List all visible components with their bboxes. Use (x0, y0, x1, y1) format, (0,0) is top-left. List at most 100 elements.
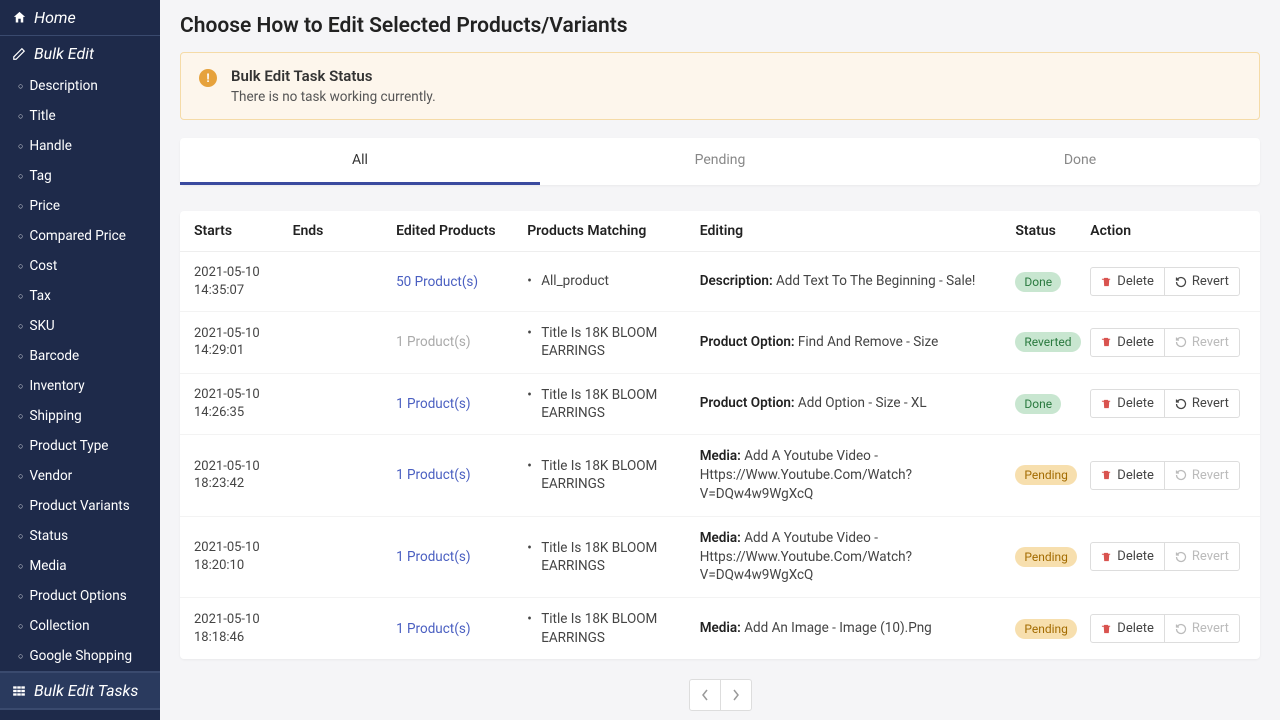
delete-button[interactable]: Delete (1090, 461, 1165, 490)
trash-icon (1101, 398, 1112, 410)
sidebar-item-product-options[interactable]: Product Options (0, 581, 160, 611)
revert-icon (1175, 551, 1187, 563)
editing-text: Product Option: Find And Remove - Size (700, 333, 1004, 352)
sidebar-item-product-variants[interactable]: Product Variants (0, 491, 160, 521)
delete-button[interactable]: Delete (1090, 614, 1165, 643)
table-row: 2021-05-1014:26:351 Product(s)Title Is 1… (180, 374, 1260, 435)
sidebar-item-label: Inventory (29, 378, 84, 394)
delete-button[interactable]: Delete (1090, 328, 1165, 357)
sidebar-item-label: Collection (29, 618, 89, 634)
edited-products-link[interactable]: 1 Product(s) (396, 549, 470, 565)
revert-button[interactable]: Revert (1164, 267, 1240, 296)
matching-item: All_product (527, 272, 700, 290)
status-badge: Done (1015, 394, 1061, 414)
alert-title: Bulk Edit Task Status (231, 67, 436, 85)
grid-icon (12, 684, 28, 698)
nav-bulk-edit-tasks[interactable]: Bulk Edit Tasks (0, 672, 160, 709)
col-matching: Products Matching (527, 223, 700, 239)
status-badge: Done (1015, 272, 1061, 292)
sidebar: Home Bulk Edit Description Title Handle Tag… (0, 0, 160, 720)
delete-label: Delete (1117, 335, 1154, 350)
sidebar-item-barcode[interactable]: Barcode (0, 341, 160, 371)
sidebar-item-tag[interactable]: Tag (0, 161, 160, 191)
sidebar-item-label: Handle (29, 138, 71, 154)
delete-button[interactable]: Delete (1090, 267, 1165, 296)
delete-button[interactable]: Delete (1090, 542, 1165, 571)
sidebar-item-sku[interactable]: SKU (0, 311, 160, 341)
sidebar-item-label: Status (29, 528, 68, 544)
col-status: Status (1015, 223, 1090, 239)
sidebar-item-label: Compared Price (29, 228, 125, 244)
table-row: 2021-05-1018:20:101 Product(s)Title Is 1… (180, 517, 1260, 599)
sidebar-item-collection[interactable]: Collection (0, 611, 160, 641)
starts-time: 2021-05-1018:23:42 (194, 458, 293, 493)
main-content: Choose How to Edit Selected Products/Var… (160, 0, 1280, 720)
delete-label: Delete (1117, 274, 1154, 289)
status-badge: Reverted (1015, 332, 1080, 352)
table-row: 2021-05-1014:29:011 Product(s)Title Is 1… (180, 312, 1260, 373)
sidebar-item-description[interactable]: Description (0, 71, 160, 101)
sidebar-item-cost[interactable]: Cost (0, 251, 160, 281)
delete-label: Delete (1117, 396, 1154, 411)
sidebar-item-compared-price[interactable]: Compared Price (0, 221, 160, 251)
nav-home[interactable]: Home (0, 0, 160, 35)
status-badge: Pending (1015, 547, 1077, 567)
status-badge: Pending (1015, 465, 1077, 485)
trash-icon (1101, 623, 1112, 635)
nav-bulk-edit[interactable]: Bulk Edit (0, 36, 160, 71)
page-next[interactable] (720, 679, 752, 711)
action-buttons: Delete Revert (1090, 389, 1250, 418)
revert-button: Revert (1164, 461, 1240, 490)
sidebar-item-product-type[interactable]: Product Type (0, 431, 160, 461)
tab-pending[interactable]: Pending (540, 138, 900, 185)
col-ends: Ends (293, 223, 397, 239)
delete-label: Delete (1117, 468, 1154, 483)
editing-text: Media: Add A Youtube Video - Https://Www… (700, 447, 1004, 504)
chevron-right-icon (732, 689, 740, 701)
status-badge: Pending (1015, 619, 1077, 639)
revert-button[interactable]: Revert (1164, 389, 1240, 418)
matching-item: Title Is 18K BLOOM EARRINGS (527, 324, 700, 360)
sidebar-item-media[interactable]: Media (0, 551, 160, 581)
tab-done[interactable]: Done (900, 138, 1260, 185)
sidebar-item-status[interactable]: Status (0, 521, 160, 551)
editing-text: Media: Add An Image - Image (10).Png (700, 619, 1004, 638)
sidebar-item-handle[interactable]: Handle (0, 131, 160, 161)
edited-products-link[interactable]: 1 Product(s) (396, 467, 470, 483)
edited-products-link[interactable]: 50 Product(s) (396, 274, 478, 290)
tab-all[interactable]: All (180, 138, 540, 185)
starts-time: 2021-05-1014:35:07 (194, 264, 293, 299)
delete-label: Delete (1117, 549, 1154, 564)
page-prev[interactable] (689, 679, 721, 711)
sidebar-item-shipping[interactable]: Shipping (0, 401, 160, 431)
action-buttons: Delete Revert (1090, 461, 1250, 490)
edit-icon (12, 47, 28, 61)
sidebar-item-label: SKU (29, 318, 54, 334)
col-action: Action (1090, 223, 1250, 239)
sidebar-item-vendor[interactable]: Vendor (0, 461, 160, 491)
revert-icon (1175, 469, 1187, 481)
sidebar-item-label: Barcode (29, 348, 79, 364)
revert-button: Revert (1164, 328, 1240, 357)
sidebar-item-price[interactable]: Price (0, 191, 160, 221)
delete-button[interactable]: Delete (1090, 389, 1165, 418)
tasks-table: Starts Ends Edited Products Products Mat… (180, 211, 1260, 659)
status-alert: ! Bulk Edit Task Status There is no task… (180, 52, 1260, 120)
revert-icon (1175, 276, 1187, 288)
alert-body: There is no task working currently. (231, 89, 436, 105)
revert-label: Revert (1192, 396, 1229, 411)
edited-products-link[interactable]: 1 Product(s) (396, 621, 470, 637)
sidebar-item-label: Product Variants (29, 498, 129, 514)
sidebar-item-google-shopping[interactable]: Google Shopping (0, 641, 160, 671)
sidebar-item-title[interactable]: Title (0, 101, 160, 131)
matching-item: Title Is 18K BLOOM EARRINGS (527, 386, 700, 422)
table-header: Starts Ends Edited Products Products Mat… (180, 211, 1260, 252)
edited-products-link[interactable]: 1 Product(s) (396, 396, 470, 412)
sidebar-item-inventory[interactable]: Inventory (0, 371, 160, 401)
sidebar-item-tax[interactable]: Tax (0, 281, 160, 311)
action-buttons: Delete Revert (1090, 328, 1250, 357)
trash-icon (1101, 551, 1112, 563)
sidebar-item-label: Description (29, 78, 97, 94)
nav-faq[interactable]: ? FAQ (0, 710, 160, 720)
nav-bulk-edit-label: Bulk Edit (34, 44, 94, 63)
